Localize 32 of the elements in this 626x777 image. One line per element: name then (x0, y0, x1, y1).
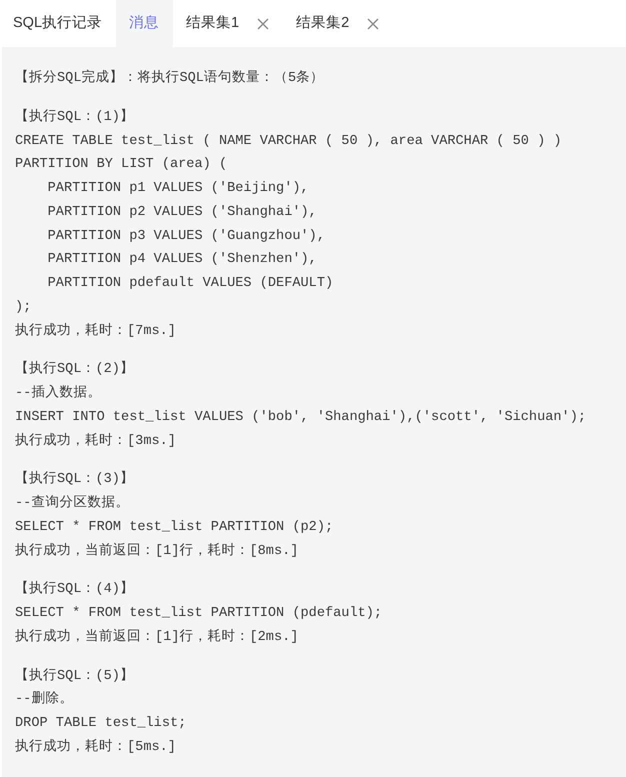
close-icon[interactable] (257, 18, 270, 30)
sql-line: PARTITION p1 VALUES ('Beijing'), (46, 180, 310, 198)
sql-line: INSERT INTO test_list VALUES ('bob', 'Shanghai'),('scott', 'Sichuan'); (15, 408, 588, 427)
sql-line: PARTITION pdefault VALUES (DEFAULT) (46, 275, 334, 293)
result-text: 执行成功，耗时：[7ms.] (15, 322, 177, 340)
tab[interactable]: 结果集2 (283, 0, 394, 47)
sql-line: PARTITION p4 VALUES ('Shenzhen'), (46, 251, 318, 270)
sql-line: SELECT * FROM test_list PARTITION (pdefault); (15, 605, 384, 623)
tab[interactable]: 结果集1 (173, 0, 284, 47)
sql-line: --删除。 (15, 690, 74, 710)
sql-line: CREATE TABLE test_list ( NAME VARCHAR ( 50 ), area VARCHAR ( 50 ) ) (15, 132, 563, 150)
tab[interactable]: 消息 (116, 0, 174, 47)
close-icon[interactable] (367, 18, 380, 30)
sql-line: SELECT * FROM test_list PARTITION (p2); (15, 518, 334, 537)
summary-text: 【拆分SQL完成】：将执行SQL语句数量：（5条） (15, 68, 326, 88)
sql-line: --插入数据。 (15, 384, 102, 403)
sql-header: 【执行SQL：(1)】 (15, 108, 135, 127)
sql-line: ); (15, 298, 32, 317)
result-text: 执行成功，耗时：[5ms.] (15, 738, 177, 757)
sql-header: 【执行SQL：(4)】 (15, 580, 135, 600)
sql-line: PARTITION p2 VALUES ('Shanghai'), (46, 204, 318, 222)
result-text: 执行成功，当前返回：[1]行，耗时：[2ms.] (15, 628, 300, 647)
sql-line: PARTITION p3 VALUES ('Guangzhou'), (46, 228, 326, 246)
sql-header: 【执行SQL：(2)】 (15, 360, 135, 380)
sql-line: PARTITION BY LIST (area) ( (15, 156, 228, 174)
sql-header: 【执行SQL：(3)】 (15, 470, 135, 490)
result-text: 执行成功，耗时：[3ms.] (15, 432, 177, 450)
sql-line: --查询分区数据。 (15, 494, 130, 513)
sql-header: 【执行SQL：(5)】 (15, 666, 135, 686)
result-text: 执行成功，当前返回：[1]行，耗时：[8ms.] (15, 542, 300, 560)
tab[interactable]: SQL执行记录 (0, 0, 116, 47)
sql-line: DROP TABLE test_list; (15, 715, 188, 733)
